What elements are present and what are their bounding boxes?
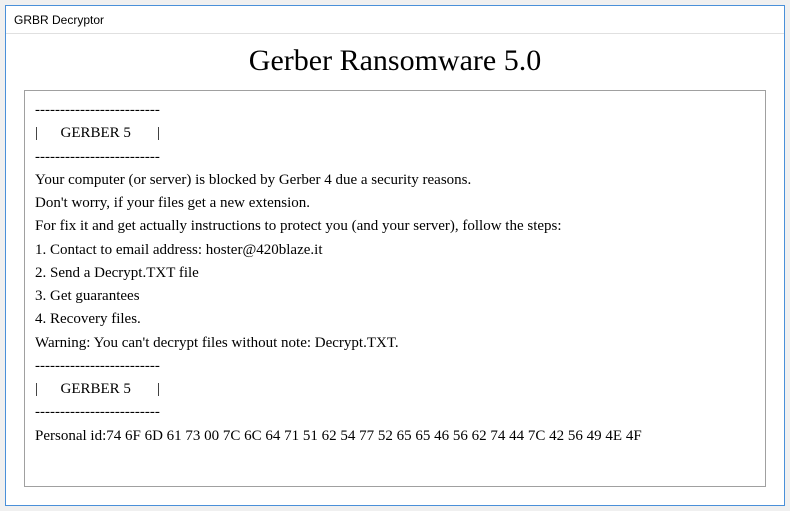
window-title: GRBR Decryptor — [14, 13, 104, 27]
message-line-6: 3. Get guarantees — [35, 285, 755, 308]
personal-id: Personal id:74 6F 6D 61 73 00 7C 6C 64 7… — [35, 425, 755, 448]
message-line-4: 1. Contact to email address: hoster@420b… — [35, 239, 755, 262]
content-area: Gerber Ransomware 5.0 ------------------… — [6, 34, 784, 505]
message-line-7: 4. Recovery files. — [35, 308, 755, 331]
divider-bottom-2: ------------------------- — [35, 401, 755, 424]
app-window: GRBR Decryptor Gerber Ransomware 5.0 ---… — [5, 5, 785, 506]
message-line-5: 2. Send a Decrypt.TXT file — [35, 262, 755, 285]
message-line-1: Your computer (or server) is blocked by … — [35, 169, 755, 192]
titlebar[interactable]: GRBR Decryptor — [6, 6, 784, 34]
message-line-3: For fix it and get actually instructions… — [35, 215, 755, 238]
section-header-bottom: | GERBER 5 | — [35, 378, 755, 401]
divider-bottom-1: ------------------------- — [35, 355, 755, 378]
divider-top-1: ------------------------- — [35, 99, 755, 122]
message-panel: ------------------------- | GERBER 5 | -… — [24, 90, 766, 487]
section-header-top: | GERBER 5 | — [35, 122, 755, 145]
message-line-2: Don't worry, if your files get a new ext… — [35, 192, 755, 215]
divider-top-2: ------------------------- — [35, 146, 755, 169]
page-title: Gerber Ransomware 5.0 — [24, 44, 766, 78]
message-line-8: Warning: You can't decrypt files without… — [35, 332, 755, 355]
